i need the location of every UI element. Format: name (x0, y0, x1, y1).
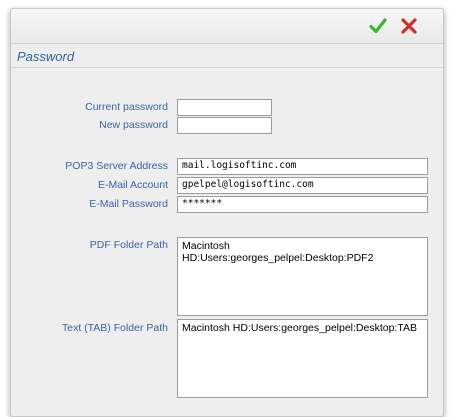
text-folder-label: Text (TAB) Folder Path (61, 322, 168, 334)
toolbar (11, 9, 443, 44)
text-folder-path-field[interactable]: Macintosh HD:Users:georges_pelpel:Deskto… (177, 319, 428, 398)
checkmark-icon (369, 18, 387, 34)
email-account-label: E-Mail Account (97, 179, 168, 191)
email-password-field[interactable]: ******* (177, 196, 428, 213)
divider (11, 67, 443, 68)
new-password-label: New password (99, 119, 168, 131)
current-password-field[interactable] (177, 99, 272, 116)
confirm-button[interactable] (365, 13, 391, 39)
pdf-folder-label: PDF Folder Path (89, 239, 168, 251)
cross-icon (401, 18, 417, 34)
email-account-field[interactable]: gpelpel@logisoftinc.com (177, 177, 428, 194)
cancel-button[interactable] (396, 13, 422, 39)
section-title: Password (17, 49, 75, 64)
pop3-server-label: POP3 Server Address (65, 160, 168, 172)
email-password-label: E-Mail Password (89, 198, 168, 210)
password-settings-window: Password Current password New password P… (10, 8, 444, 417)
pop3-server-field[interactable]: mail.logisoftinc.com (177, 158, 428, 175)
current-password-label: Current password (85, 101, 168, 113)
pdf-folder-path-field[interactable]: Macintosh HD:Users:georges_pelpel:Deskto… (177, 237, 428, 316)
new-password-field[interactable] (177, 117, 272, 134)
